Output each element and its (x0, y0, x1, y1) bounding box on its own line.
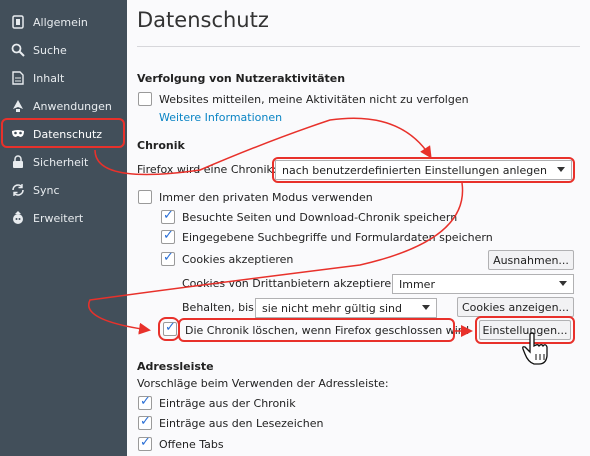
sidebar-item-label: Anwendungen (33, 99, 112, 113)
firefox-will-label: Firefox wird eine Chronik: (137, 163, 277, 176)
chevron-down-icon (422, 305, 430, 310)
main-content: Datenschutz Verfolgung von Nutzeraktivit… (127, 0, 590, 456)
suggest-history-checkbox[interactable] (138, 394, 152, 410)
visited-label[interactable]: Besuchte Seiten und Download-Chronik spe… (182, 211, 457, 224)
keep-until-value: sie nicht mehr gültig sind (262, 301, 402, 315)
sidebar: Allgemein Suche Inhalt Anwendungen Daten… (0, 0, 127, 456)
suggest-history-label[interactable]: Einträge aus der Chronik (159, 397, 296, 410)
annotation-highlight-settings (475, 316, 575, 344)
addressbar-suggest-label: Vorschläge beim Verwenden der Adressleis… (137, 377, 389, 390)
applications-icon (11, 99, 25, 113)
sidebar-item-label: Erweitert (33, 211, 84, 225)
private-mode-label[interactable]: Immer den privaten Modus verwenden (159, 191, 373, 204)
sidebar-item-label: Sicherheit (33, 155, 89, 169)
keep-until-label: Behalten, bis: (182, 301, 258, 314)
title-divider (137, 46, 580, 47)
search-icon (11, 43, 25, 57)
sync-icon (11, 183, 25, 197)
advanced-wizard-icon (11, 211, 25, 225)
page-title: Datenschutz (137, 8, 269, 32)
keep-until-select[interactable]: sie nicht mehr gültig sind (255, 298, 437, 318)
sidebar-item-label: Sync (33, 183, 60, 197)
tracking-heading: Verfolgung von Nutzeraktivitäten (137, 72, 346, 85)
content-icon (11, 71, 25, 85)
sidebar-item-inhalt[interactable]: Inhalt (0, 64, 127, 92)
third-party-select[interactable]: Immer (392, 274, 574, 294)
security-lock-icon (11, 155, 25, 169)
sidebar-item-suche[interactable]: Suche (0, 36, 127, 64)
exceptions-button[interactable]: Ausnahmen... (488, 250, 574, 270)
suggest-bookmarks-label[interactable]: Einträge aus den Lesezeichen (159, 417, 324, 430)
more-info-link[interactable]: Weitere Informationen (159, 111, 282, 124)
sidebar-item-allgemein[interactable]: Allgemein (0, 8, 127, 36)
private-mode-checkbox[interactable] (138, 190, 152, 204)
general-icon (11, 15, 25, 29)
sidebar-item-label: Suche (33, 43, 67, 57)
annotation-highlight-checkbox (158, 317, 180, 341)
sidebar-item-label: Allgemein (33, 15, 88, 29)
cookies-label[interactable]: Cookies akzeptieren (182, 253, 293, 266)
addressbar-heading: Adressleiste (137, 360, 214, 373)
annotation-highlight-mode (272, 157, 575, 183)
search-forms-checkbox[interactable] (161, 228, 175, 244)
suggest-open-tabs-checkbox[interactable] (138, 435, 152, 451)
annotation-highlight-datenschutz (1, 118, 125, 148)
sidebar-item-anwendungen[interactable]: Anwendungen (0, 92, 127, 120)
sidebar-item-sicherheit[interactable]: Sicherheit (0, 148, 127, 176)
history-heading: Chronik (137, 139, 185, 152)
third-party-label: Cookies von Drittanbietern akzeptieren: (182, 277, 402, 290)
sidebar-item-sync[interactable]: Sync (0, 176, 127, 204)
dnt-checkbox[interactable] (138, 92, 152, 106)
show-cookies-button[interactable]: Cookies anzeigen... (457, 297, 574, 317)
suggest-bookmarks-checkbox[interactable] (138, 414, 152, 430)
suggest-open-tabs-label[interactable]: Offene Tabs (159, 438, 224, 451)
cookies-checkbox[interactable] (161, 250, 175, 266)
annotation-highlight-clear-label (178, 318, 455, 342)
visited-checkbox[interactable] (161, 208, 175, 224)
dnt-label[interactable]: Websites mitteilen, meine Aktivitäten ni… (159, 93, 469, 106)
chevron-down-icon (559, 281, 567, 286)
third-party-value: Immer (399, 277, 435, 291)
search-forms-label[interactable]: Eingegebene Suchbegriffe und Formulardat… (182, 231, 493, 244)
sidebar-item-erweitert[interactable]: Erweitert (0, 204, 127, 232)
sidebar-item-label: Inhalt (33, 71, 65, 85)
